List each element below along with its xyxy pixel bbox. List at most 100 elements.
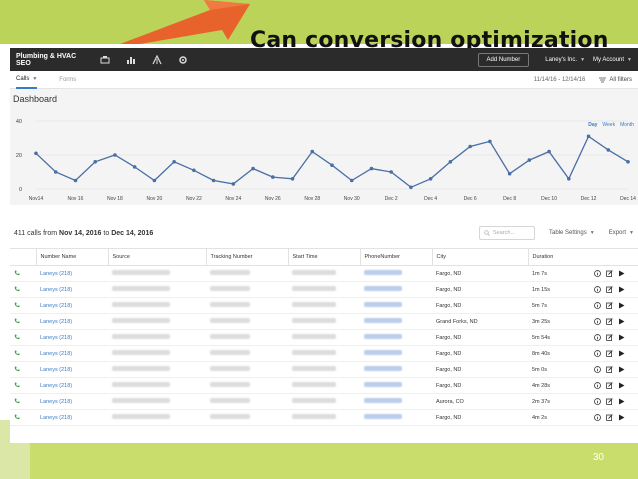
data-point <box>586 134 591 139</box>
col-source[interactable]: Source <box>107 248 206 266</box>
row-number-name[interactable]: Laneys (218) <box>36 393 108 410</box>
table-row[interactable]: Laneys (218) Fargo, ND 5m 0s <box>10 361 638 378</box>
tab-calls[interactable]: Calls ▼ <box>16 71 38 89</box>
flow-icon[interactable] <box>144 48 170 71</box>
info-icon[interactable] <box>594 398 601 405</box>
data-point <box>488 139 492 144</box>
info-icon[interactable] <box>594 334 601 341</box>
table-row[interactable]: Laneys (218) Fargo, ND 1m 15s <box>10 281 638 298</box>
export-button[interactable]: Export ▼ <box>609 230 634 236</box>
edit-icon[interactable] <box>606 366 613 373</box>
row-tracking-redacted <box>206 361 288 378</box>
play-icon[interactable] <box>618 286 625 293</box>
table-row[interactable]: Laneys (218) Fargo, ND 4m 2s <box>10 409 638 426</box>
calls-connector: to <box>103 229 110 237</box>
play-icon[interactable] <box>618 414 625 421</box>
row-phone-redacted <box>360 409 432 426</box>
company-menu[interactable]: Laney's Inc. ▼ <box>545 57 585 63</box>
row-number-name[interactable]: Laneys (218) <box>36 313 108 330</box>
col-number-name[interactable]: Number Name <box>35 248 108 266</box>
table-row[interactable]: Laneys (218) Grand Forks, ND 3m 25s <box>10 313 638 330</box>
row-number-name[interactable]: Laneys (218) <box>36 377 108 394</box>
play-icon[interactable] <box>618 318 625 325</box>
row-number-name[interactable]: Laneys (218) <box>36 265 108 282</box>
play-icon[interactable] <box>618 398 625 405</box>
info-icon[interactable] <box>594 318 601 325</box>
table-row[interactable]: Laneys (218) Fargo, ND 8m 40s <box>10 345 638 362</box>
row-duration: 5m 7s <box>528 297 590 314</box>
col-phone-number[interactable]: PhoneNumber <box>359 248 432 266</box>
info-icon[interactable] <box>594 366 601 373</box>
table-row[interactable]: Laneys (218) Fargo, ND 4m 28s <box>10 377 638 394</box>
row-phone-redacted <box>360 329 432 346</box>
all-filters-button[interactable]: All filters <box>599 77 632 83</box>
edit-icon[interactable] <box>606 398 613 405</box>
row-duration: 4m 28s <box>528 377 590 394</box>
play-icon[interactable] <box>618 302 625 309</box>
edit-icon[interactable] <box>606 270 613 277</box>
info-icon[interactable] <box>594 302 601 309</box>
edit-icon[interactable] <box>606 350 613 357</box>
date-range-picker[interactable]: 11/14/16 - 12/14/16 <box>534 77 586 83</box>
edit-icon[interactable] <box>606 286 613 293</box>
row-start-time-redacted <box>288 265 360 282</box>
row-city: Fargo, ND <box>432 361 528 378</box>
info-icon[interactable] <box>594 270 601 277</box>
play-icon[interactable] <box>618 350 625 357</box>
row-start-time-redacted <box>288 361 360 378</box>
edit-icon[interactable] <box>606 334 613 341</box>
row-tracking-redacted <box>206 329 288 346</box>
phone-settings-icon[interactable] <box>92 48 118 71</box>
data-point <box>567 177 571 181</box>
search-input[interactable]: Search... <box>479 226 536 240</box>
edit-icon[interactable] <box>606 318 613 325</box>
table-row[interactable]: Laneys (218) Fargo, ND 5m 7s <box>10 297 638 314</box>
table-settings-button[interactable]: Table Settings ▼ <box>549 230 595 236</box>
row-duration: 2m 37s <box>528 393 590 410</box>
info-icon[interactable] <box>594 286 601 293</box>
bar-chart-icon[interactable] <box>118 48 144 71</box>
col-start-time[interactable]: Start Time <box>287 248 360 266</box>
play-icon[interactable] <box>618 334 625 341</box>
edit-icon[interactable] <box>606 414 613 421</box>
row-number-name[interactable]: Laneys (218) <box>36 297 108 314</box>
phone-icon <box>14 382 20 387</box>
row-number-name[interactable]: Laneys (218) <box>36 345 108 362</box>
account-menu[interactable]: My Account ▼ <box>593 57 632 63</box>
row-number-name[interactable]: Laneys (218) <box>36 281 108 298</box>
row-city: Fargo, ND <box>432 345 528 362</box>
table-row[interactable]: Laneys (218) Fargo, ND 5m 54s <box>10 329 638 346</box>
export-label: Export <box>608 230 627 236</box>
row-city: Fargo, ND <box>432 265 528 282</box>
data-point <box>448 160 453 164</box>
col-tracking-number[interactable]: Tracking Number <box>205 248 288 266</box>
info-icon[interactable] <box>594 382 601 389</box>
tab-forms[interactable]: Forms <box>59 71 76 89</box>
edit-icon[interactable] <box>606 302 613 309</box>
play-icon[interactable] <box>618 382 625 389</box>
row-city: Fargo, ND <box>432 329 528 346</box>
row-number-name[interactable]: Laneys (218) <box>36 329 108 346</box>
row-number-name[interactable]: Laneys (218) <box>36 361 108 378</box>
info-icon[interactable] <box>594 350 601 357</box>
play-icon[interactable] <box>618 270 625 277</box>
row-number-name[interactable]: Laneys (218) <box>36 409 108 426</box>
table-row[interactable]: Laneys (218) Aurora, CO 2m 37s <box>10 393 638 410</box>
x-tick-label: Nov 24 <box>225 196 241 202</box>
dashboard-title: Dashboard <box>13 94 58 104</box>
calls-count-summary: 411 calls from Nov 14, 2016 to Dec 14, 2… <box>14 230 153 237</box>
info-icon[interactable] <box>594 414 601 421</box>
gear-icon[interactable] <box>170 48 196 71</box>
play-icon[interactable] <box>618 366 625 373</box>
table-row[interactable]: Laneys (218) Fargo, ND 1m 7s <box>10 265 638 282</box>
y-tick-label: 0 <box>19 187 22 193</box>
col-city[interactable]: City <box>431 248 528 266</box>
top-navbar: Plumbing & HVAC SEO Add Number Laney's I… <box>10 48 638 71</box>
row-start-time-redacted <box>288 393 360 410</box>
edit-icon[interactable] <box>606 382 613 389</box>
data-point <box>271 175 275 179</box>
col-duration[interactable]: Duration <box>527 248 590 266</box>
add-number-button[interactable]: Add Number <box>477 52 530 67</box>
brand-name: Plumbing & HVAC SEO <box>16 52 77 67</box>
phone-icon <box>14 366 20 371</box>
